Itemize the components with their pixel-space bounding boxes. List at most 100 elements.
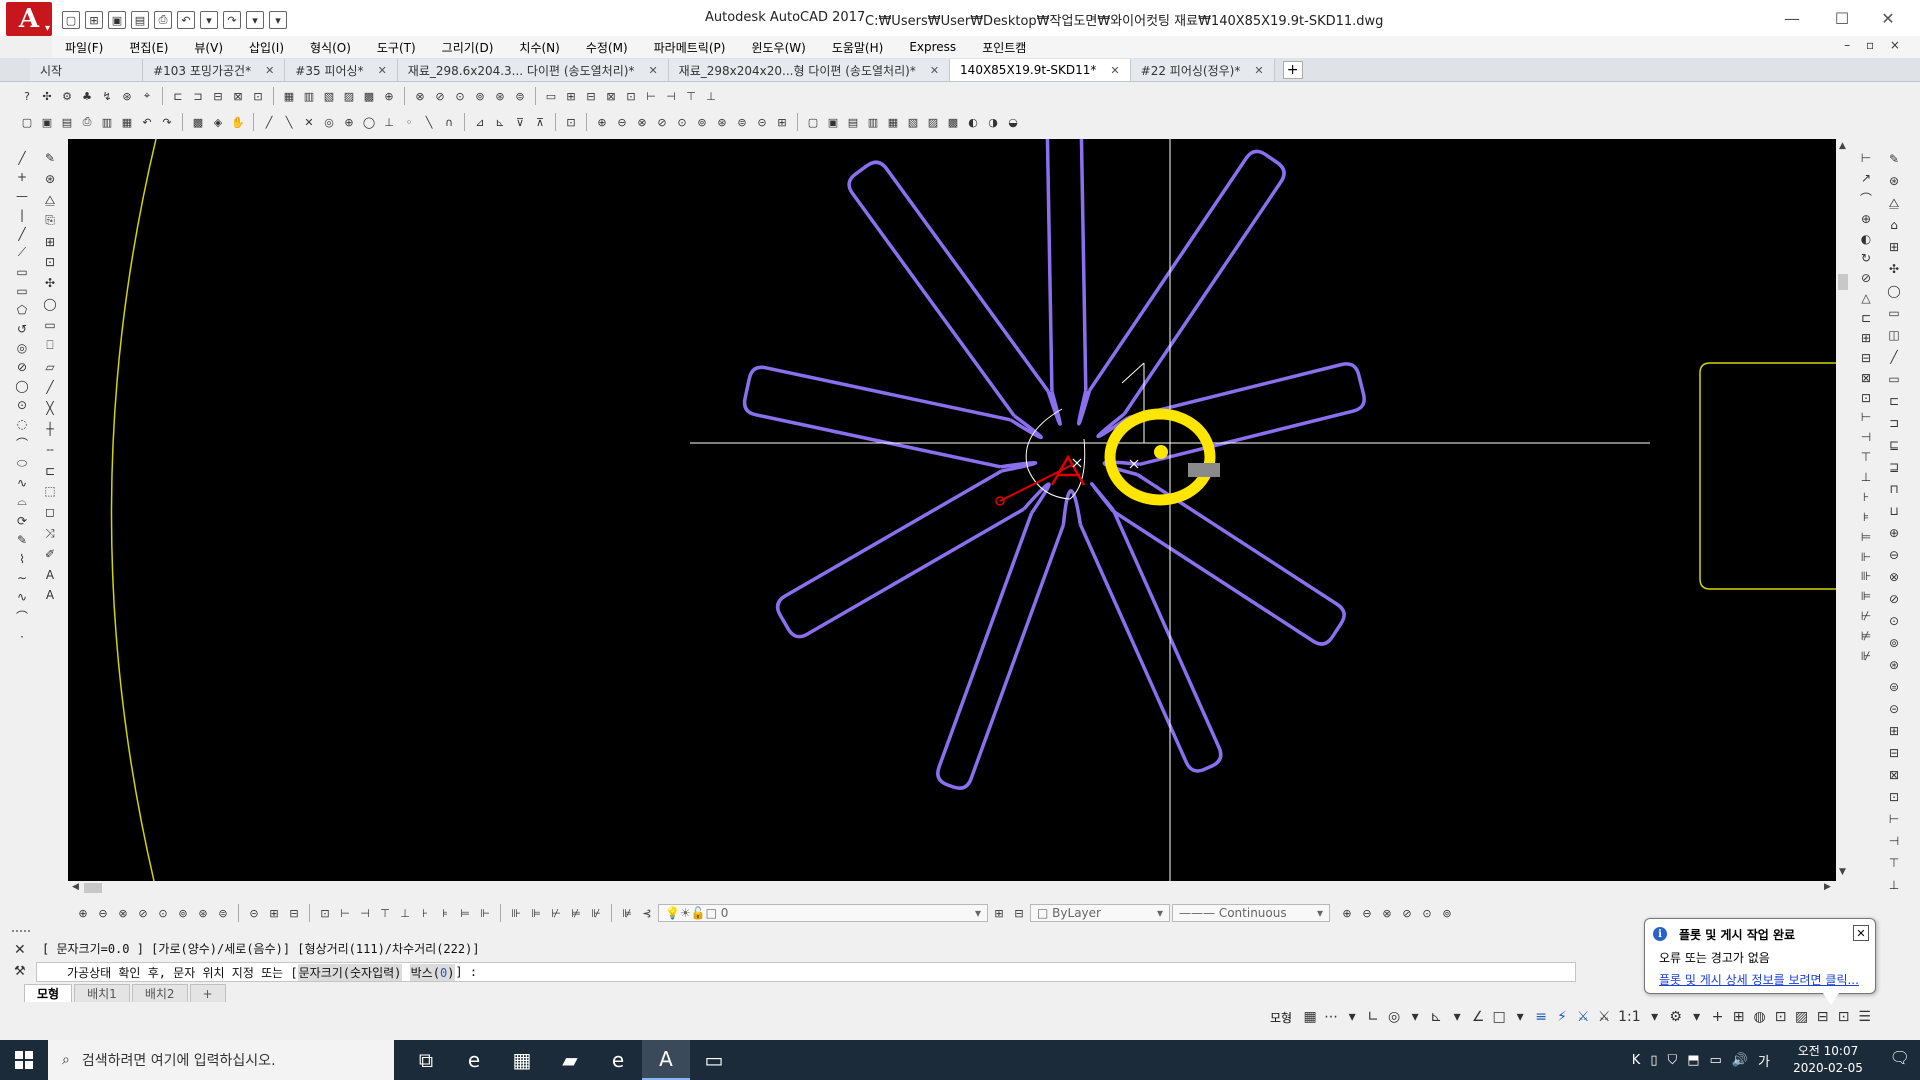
model-space-toggle[interactable]: 모형 (1270, 1009, 1292, 1026)
palette-tool-icon[interactable]: ⊙ (1885, 612, 1903, 630)
taskbar-app-icon[interactable]: e (450, 1040, 498, 1080)
linetype-dropdown[interactable]: ——— Continuous ▾ (1172, 904, 1330, 922)
palette-tool-icon[interactable]: ◫ (1885, 326, 1903, 344)
palette-tool-icon[interactable]: ⊗ (1885, 568, 1903, 586)
tool-icon[interactable]: ⊠ (229, 87, 247, 105)
tool-icon[interactable]: ⊽ (511, 113, 529, 131)
tool-icon[interactable]: ⊡ (562, 113, 580, 131)
tool-icon[interactable]: ⊛ (194, 904, 212, 922)
new-tab-button[interactable]: + (1282, 61, 1303, 79)
tool-icon[interactable]: ▢ (18, 113, 36, 131)
palette-tool-icon[interactable]: ▭ (1885, 304, 1903, 322)
palette-tool-icon[interactable]: ⊚ (1885, 634, 1903, 652)
palette-tool-icon[interactable]: ⊓ (1885, 480, 1903, 498)
status-toggle-icon[interactable]: ⊾ (1429, 1009, 1443, 1025)
taskbar-app-icon[interactable]: A (642, 1040, 690, 1080)
palette-tool-icon[interactable]: ✐ (41, 545, 59, 562)
tool-icon[interactable]: ↯ (98, 87, 116, 105)
palette-tool-icon[interactable]: | (13, 207, 31, 222)
status-toggle-icon[interactable]: ⊞ (1732, 1009, 1746, 1025)
palette-tool-icon[interactable]: ↻ (1857, 251, 1875, 267)
palette-tool-icon[interactable]: ⊦ (1857, 489, 1875, 505)
quick-access-button[interactable]: ▾ (200, 11, 218, 29)
palette-tool-icon[interactable]: A (41, 587, 59, 604)
command-option-text-size[interactable]: 문자크기(숫자입력) (297, 963, 403, 981)
palette-tool-icon[interactable]: ⊏ (41, 462, 59, 479)
tool-icon[interactable]: ⊡ (249, 87, 267, 105)
taskbar-app-icon[interactable]: e (594, 1040, 642, 1080)
palette-tool-icon[interactable]: ╌ (41, 441, 59, 458)
palette-tool-icon[interactable]: ⌒ (1857, 190, 1875, 207)
palette-tool-icon[interactable]: A (41, 566, 59, 583)
add-layout-button[interactable]: + (189, 984, 226, 1002)
match-properties-icon[interactable]: ⊟ (1010, 904, 1028, 922)
tool-icon[interactable]: ⊕ (593, 113, 611, 131)
tool-icon[interactable]: ⊧ (436, 904, 454, 922)
balloon-details-link[interactable]: 플롯 및 게시 상세 정보를 보려면 클릭... (1659, 971, 1859, 988)
vertical-scrollbar[interactable]: ▲ ▼ (1836, 139, 1850, 881)
layer-properties-icon[interactable]: ⊞ (990, 904, 1008, 922)
palette-tool-icon[interactable]: ⊘ (1885, 590, 1903, 608)
palette-tool-icon[interactable]: ⊢ (1857, 150, 1875, 166)
tool-icon[interactable]: ⊰ (638, 904, 656, 922)
menu-item[interactable]: 편집(E) (116, 39, 181, 56)
horizontal-scrollbar[interactable]: ◀ ▶ (68, 881, 1850, 895)
palette-tool-icon[interactable]: ⌂ (1885, 216, 1903, 234)
command-input[interactable]: 가공상태 확인 후, 문자 위치 지정 또는 [ 문자크기(숫자입력) 박스(0… (36, 962, 1576, 982)
taskbar-app-icon[interactable]: ▦ (498, 1040, 546, 1080)
tool-icon[interactable]: ◒ (1004, 113, 1022, 131)
status-toggle-icon[interactable]: ▨ (1795, 1009, 1809, 1025)
tool-icon[interactable]: ⊜ (214, 904, 232, 922)
tool-icon[interactable]: ⊪ (507, 904, 525, 922)
palette-tool-icon[interactable]: ⊫ (1857, 588, 1875, 604)
status-toggle-icon[interactable]: ◎ (1387, 1009, 1401, 1025)
tool-icon[interactable]: ⊛ (491, 87, 509, 105)
palette-tool-icon[interactable]: ◯ (13, 378, 31, 393)
tool-icon[interactable]: ◈ (209, 113, 227, 131)
tool-icon[interactable]: ⊕ (380, 87, 398, 105)
palette-tool-icon[interactable]: ⊩ (1857, 549, 1875, 565)
palette-tool-icon[interactable]: ⊐ (1885, 414, 1903, 432)
status-toggle-icon[interactable]: ⚡ (1555, 1009, 1569, 1025)
tool-icon[interactable]: ⊘ (653, 113, 671, 131)
quick-access-button[interactable]: ⊞ (85, 11, 103, 29)
palette-tool-icon[interactable]: ⤨ (41, 525, 59, 542)
palette-tool-icon[interactable]: ⊜ (1885, 678, 1903, 696)
palette-tool-icon[interactable]: ▱ (41, 358, 59, 375)
tool-icon[interactable]: ▥ (300, 87, 318, 105)
tool-icon[interactable]: ? (18, 87, 36, 105)
menu-item[interactable]: 도구(T) (364, 39, 429, 56)
palette-tool-icon[interactable]: ⊞ (1857, 330, 1875, 346)
status-toggle-icon[interactable]: ⚙ (1669, 1009, 1683, 1025)
close-icon[interactable]: ✕ (265, 64, 274, 77)
tool-icon[interactable]: ⊛ (713, 113, 731, 131)
file-tab[interactable]: 재료_298x204x20...형 다이편 (송도열처리)* ✕ (668, 59, 951, 81)
tool-icon[interactable]: ∩ (440, 113, 458, 131)
palette-tool-icon[interactable]: ✣ (1885, 260, 1903, 278)
status-toggle-icon[interactable]: ⊡ (1774, 1009, 1788, 1025)
tool-icon[interactable]: ⊫ (527, 904, 545, 922)
tool-icon[interactable]: ↷ (158, 113, 176, 131)
tool-icon[interactable]: ⊟ (285, 904, 303, 922)
tool-icon[interactable]: ⊝ (245, 904, 263, 922)
close-icon[interactable]: ✕ (1254, 64, 1263, 77)
menu-item[interactable]: 치수(N) (506, 39, 572, 56)
taskbar-app-icon[interactable]: ▰ (546, 1040, 594, 1080)
palette-tool-icon[interactable]: ∿ (13, 589, 31, 604)
layout-tab[interactable]: 배치1 (74, 984, 130, 1002)
taskbar-search-box[interactable]: ⌕ 검색하려면 여기에 입력하십시오. (48, 1040, 394, 1080)
quick-access-button[interactable]: ↷ (223, 11, 241, 29)
status-toggle-icon[interactable]: 1:1 (1618, 1009, 1641, 1025)
palette-tool-icon[interactable]: ╱ (13, 150, 31, 165)
tray-icon[interactable]: 가 (1758, 1051, 1770, 1070)
file-tab[interactable]: 재료_298.6x204.3... 다이편 (송도열처리)* ✕ (397, 59, 669, 81)
tool-icon[interactable]: ⊜ (733, 113, 751, 131)
tool-icon[interactable]: ▦ (884, 113, 902, 131)
tool-icon[interactable]: ▣ (824, 113, 842, 131)
tool-icon[interactable]: ⊡ (622, 87, 640, 105)
tool-icon[interactable]: ▥ (864, 113, 882, 131)
tool-icon[interactable]: ⊥ (396, 904, 414, 922)
tool-icon[interactable]: ⊖ (94, 904, 112, 922)
status-toggle-icon[interactable]: ▾ (1690, 1009, 1704, 1025)
palette-tool-icon[interactable]: ⊥ (1885, 876, 1903, 894)
